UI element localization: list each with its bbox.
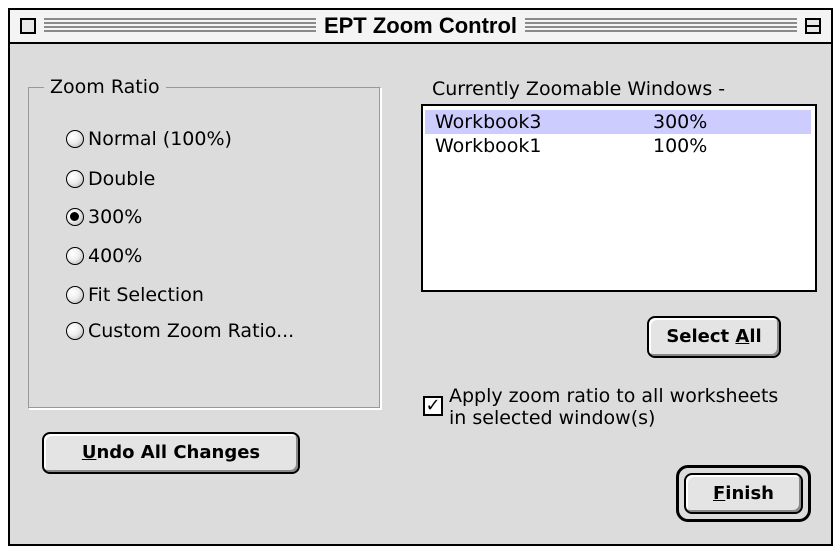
window-title: EPT Zoom Control: [315, 13, 526, 38]
radio-button-icon[interactable]: [66, 286, 84, 304]
list-item[interactable]: Workbook3 300%: [425, 110, 811, 134]
window-zoom: 100%: [653, 135, 708, 157]
checkbox-label-line: Apply zoom ratio to all worksheets: [449, 385, 779, 407]
radio-300[interactable]: 300%: [66, 206, 142, 228]
undo-all-changes-button[interactable]: Undo All Changes: [42, 432, 300, 474]
window-name: Workbook1: [435, 135, 542, 157]
apply-all-worksheets-checkbox[interactable]: ✓: [423, 396, 443, 416]
radio-button-selected-icon[interactable]: [66, 208, 84, 226]
finish-button[interactable]: Finish: [684, 473, 803, 514]
zoomable-windows-list[interactable]: Workbook3 300% Workbook1 100%: [421, 104, 817, 292]
apply-all-worksheets-label[interactable]: Apply zoom ratio to all worksheets in se…: [449, 385, 819, 429]
radio-label: Normal (100%): [88, 128, 232, 150]
button-mnemonic: F: [713, 483, 726, 504]
radio-normal[interactable]: Normal (100%): [66, 128, 232, 150]
button-mnemonic: U: [81, 442, 97, 463]
zoom-ratio-label: Zoom Ratio: [44, 76, 166, 98]
radio-double[interactable]: Double: [66, 168, 155, 190]
title-bar[interactable]: EPT Zoom Control: [10, 10, 831, 44]
radio-custom-zoom[interactable]: Custom Zoom Ratio...: [66, 320, 294, 342]
radio-400[interactable]: 400%: [66, 245, 142, 267]
radio-button-icon[interactable]: [66, 322, 84, 340]
button-label: Select: [666, 326, 736, 347]
button-mnemonic: A: [735, 326, 750, 347]
button-label: ndo All Changes: [96, 442, 261, 463]
list-item[interactable]: Workbook1 100%: [425, 134, 811, 158]
radio-button-icon[interactable]: [66, 170, 84, 188]
radio-fit-selection[interactable]: Fit Selection: [66, 284, 204, 306]
select-all-button[interactable]: Select All: [647, 316, 781, 358]
zoomable-windows-label: Currently Zoomable Windows -: [432, 78, 726, 100]
radio-label: Double: [88, 168, 156, 190]
checkbox-label-line: in selected window(s): [449, 407, 656, 429]
radio-label: 300%: [88, 206, 143, 228]
window-zoom: 300%: [653, 111, 708, 133]
button-label: ll: [749, 326, 762, 347]
radio-label: Fit Selection: [88, 284, 204, 306]
checkmark-icon: ✓: [425, 395, 441, 416]
window-name: Workbook3: [435, 111, 542, 133]
radio-label: Custom Zoom Ratio...: [88, 320, 295, 342]
radio-label: 400%: [88, 245, 143, 267]
radio-button-icon[interactable]: [66, 247, 84, 265]
button-label: inish: [725, 483, 774, 504]
radio-button-icon[interactable]: [66, 130, 84, 148]
